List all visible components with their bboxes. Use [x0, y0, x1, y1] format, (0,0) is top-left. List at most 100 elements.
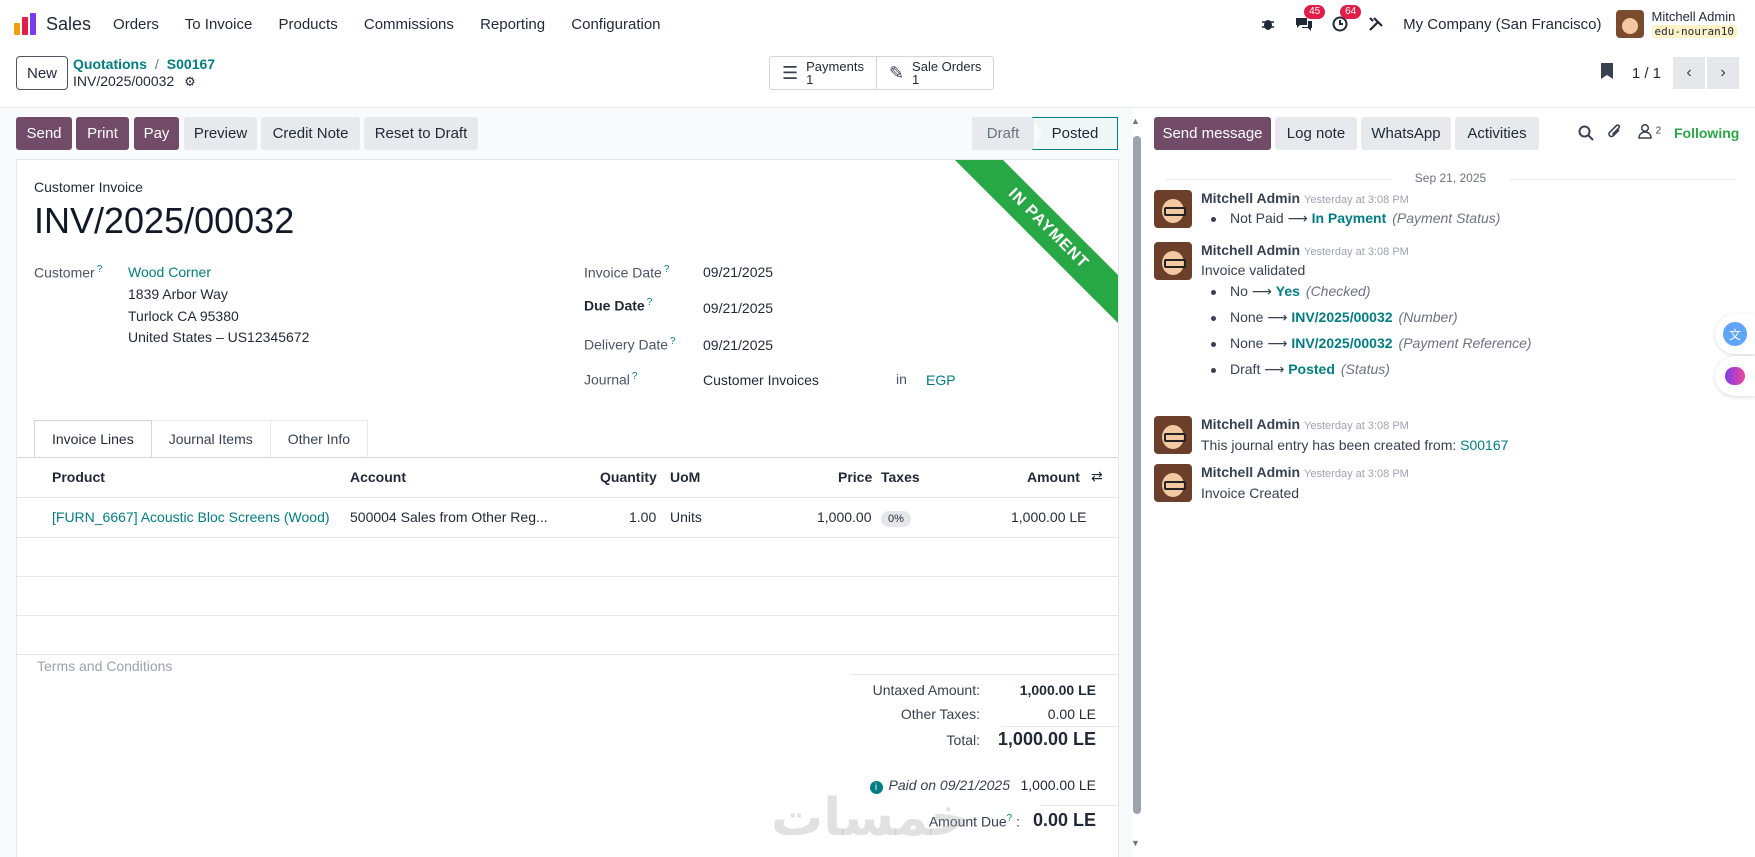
bookmark-icon[interactable] — [1600, 62, 1614, 85]
translate-icon[interactable]: 文 — [1715, 314, 1755, 354]
menu-configuration[interactable]: Configuration — [571, 16, 660, 33]
col-taxes[interactable]: Taxes — [881, 469, 920, 485]
message-author[interactable]: Mitchell Admin Yesterday at 3:08 PM — [1201, 464, 1409, 480]
pager-previous-button[interactable]: ‹ — [1673, 57, 1705, 89]
line-quantity[interactable]: 1.00 — [629, 509, 656, 525]
delivery-date-field[interactable]: 09/21/2025 — [703, 337, 773, 353]
paperclip-icon[interactable] — [1607, 123, 1623, 146]
user-menu[interactable]: Mitchell Admin edu-nouran10 — [1651, 9, 1737, 39]
payment-ribbon: IN PAYMENT — [944, 160, 1118, 333]
total-value: 1,000.00 LE — [997, 729, 1096, 749]
credit-note-button[interactable]: Credit Note — [261, 117, 360, 150]
edit-icon: ✎ — [888, 62, 905, 83]
message-author[interactable]: Mitchell Admin Yesterday at 3:08 PM — [1201, 242, 1409, 258]
user-icon — [1638, 123, 1656, 142]
author-avatar[interactable] — [1154, 464, 1192, 502]
messages-badge: 45 — [1304, 5, 1326, 19]
bug-icon[interactable] — [1255, 11, 1281, 37]
col-price[interactable]: Price — [838, 469, 872, 485]
tracking-line: No ⟶ Yes (Checked) — [1211, 283, 1371, 300]
messages-icon[interactable]: 45 — [1291, 5, 1326, 37]
col-uom[interactable]: UoM — [670, 469, 700, 485]
breadcrumb-current: INV/2025/00032 — [73, 73, 175, 89]
tools-icon[interactable] — [1363, 11, 1389, 37]
col-product[interactable]: Product — [52, 469, 105, 485]
author-avatar[interactable] — [1154, 416, 1192, 454]
scrollbar-thumb[interactable] — [1133, 136, 1141, 814]
author-avatar[interactable] — [1154, 190, 1192, 228]
status-draft[interactable]: Draft — [972, 117, 1034, 150]
new-button[interactable]: New — [16, 56, 68, 90]
send-message-button[interactable]: Send message — [1154, 117, 1271, 150]
breadcrumb-quotations[interactable]: Quotations — [73, 56, 147, 72]
breadcrumb-order[interactable]: S00167 — [167, 56, 215, 72]
following-button[interactable]: Following — [1674, 125, 1739, 141]
tab-other-info[interactable]: Other Info — [270, 420, 369, 457]
column-settings-icon[interactable]: ⇄ — [1091, 468, 1103, 485]
company-switcher[interactable]: My Company (San Francisco) — [1403, 16, 1601, 33]
customer-link[interactable]: Wood Corner — [128, 264, 211, 280]
send-button[interactable]: Send — [16, 117, 72, 150]
menu-commissions[interactable]: Commissions — [364, 16, 454, 33]
due-date-label: Due Date? — [584, 297, 653, 314]
tracking-line: Draft ⟶ Posted (Status) — [1211, 361, 1390, 378]
brain-icon[interactable] — [1715, 356, 1755, 396]
tracking-line: None ⟶ INV/2025/00032 (Number) — [1211, 309, 1458, 326]
other-taxes-label: Other Taxes: — [900, 706, 980, 722]
terms-and-conditions-field[interactable]: Terms and Conditions — [37, 658, 172, 674]
line-taxes[interactable]: 0% — [881, 509, 911, 527]
followers-button[interactable]: 2 — [1638, 123, 1661, 142]
total-divider — [1002, 726, 1118, 727]
status-posted[interactable]: Posted — [1032, 117, 1118, 150]
activities-badge: 64 — [1340, 5, 1362, 19]
message-author[interactable]: Mitchell Admin Yesterday at 3:08 PM — [1201, 416, 1409, 432]
print-button[interactable]: Print — [76, 117, 129, 150]
tax-tag: 0% — [881, 511, 911, 527]
col-quantity[interactable]: Quantity — [600, 469, 657, 485]
reset-to-draft-button[interactable]: Reset to Draft — [364, 117, 478, 150]
line-price[interactable]: 1,000.00 — [817, 509, 872, 525]
line-product[interactable]: [FURN_6667] Acoustic Bloc Screens (Wood) — [52, 509, 330, 525]
menu-orders[interactable]: Orders — [113, 16, 159, 33]
preview-button[interactable]: Preview — [184, 117, 257, 150]
log-note-button[interactable]: Log note — [1275, 117, 1357, 150]
pager-next-button[interactable]: › — [1707, 57, 1739, 89]
author-avatar[interactable] — [1154, 242, 1192, 280]
currency-field[interactable]: EGP — [926, 372, 956, 388]
user-avatar[interactable] — [1615, 10, 1644, 38]
paid-amount-value: 1,000.00 LE — [1020, 777, 1096, 793]
due-date-field[interactable]: 09/21/2025 — [703, 300, 773, 316]
whatsapp-button[interactable]: WhatsApp — [1361, 117, 1451, 150]
table-row[interactable]: [FURN_6667] Acoustic Bloc Screens (Wood)… — [17, 497, 1118, 537]
form-scrollbar[interactable]: ▲ ▼ — [1130, 108, 1142, 857]
table-row-empty — [17, 537, 1118, 576]
pager-value[interactable]: 1 / 1 — [1632, 65, 1661, 82]
app-name[interactable]: Sales — [46, 14, 91, 35]
invoice-date-field[interactable]: 09/21/2025 — [703, 264, 773, 280]
journal-field[interactable]: Customer Invoices — [703, 372, 819, 388]
scroll-down-arrow[interactable]: ▼ — [1131, 838, 1140, 848]
document-type: Customer Invoice — [34, 179, 143, 195]
source-order-link[interactable]: S00167 — [1460, 437, 1508, 453]
gear-icon[interactable]: ⚙ — [184, 74, 196, 89]
line-uom[interactable]: Units — [670, 509, 702, 525]
menu-reporting[interactable]: Reporting — [480, 16, 545, 33]
col-amount[interactable]: Amount — [1027, 469, 1080, 485]
tab-invoice-lines[interactable]: Invoice Lines — [34, 420, 152, 457]
menu-products[interactable]: Products — [279, 16, 338, 33]
tab-journal-items[interactable]: Journal Items — [151, 420, 271, 457]
col-account[interactable]: Account — [350, 469, 406, 485]
line-account[interactable]: 500004 Sales from Other Reg... — [350, 509, 548, 525]
payments-smart-button[interactable]: ☰ Payments 1 — [770, 57, 877, 89]
sales-app-icon[interactable] — [14, 13, 36, 35]
sale-orders-smart-button[interactable]: ✎ Sale Orders 1 — [877, 57, 993, 89]
search-icon[interactable] — [1578, 125, 1594, 145]
menu-to-invoice[interactable]: To Invoice — [185, 16, 253, 33]
activities-clock-icon[interactable]: 64 — [1327, 5, 1362, 37]
pay-button[interactable]: Pay — [134, 117, 179, 150]
scroll-up-arrow[interactable]: ▲ — [1131, 116, 1140, 126]
message-author[interactable]: Mitchell Admin Yesterday at 3:08 PM — [1201, 190, 1409, 206]
top-menu: Orders To Invoice Products Commissions R… — [113, 16, 682, 33]
other-taxes-value: 0.00 LE — [1047, 706, 1096, 722]
activities-button[interactable]: Activities — [1455, 117, 1539, 150]
